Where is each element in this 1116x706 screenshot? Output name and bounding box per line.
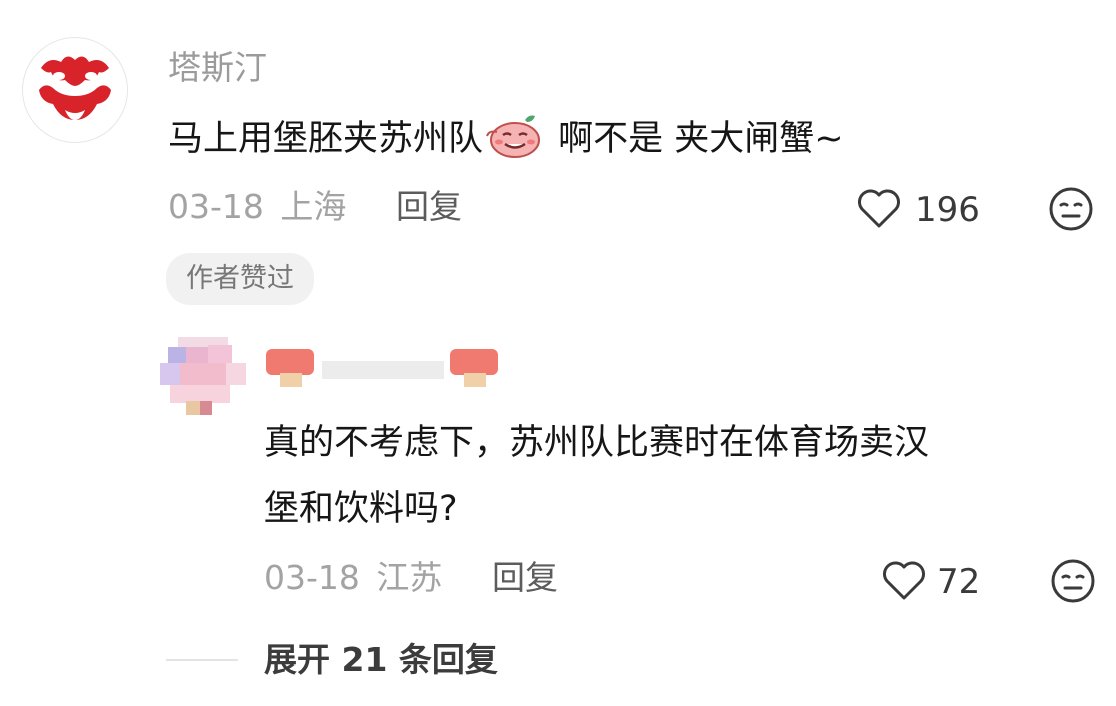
comment-reply-button[interactable]: 回复 [396, 190, 462, 223]
reply-like-button[interactable] [880, 558, 928, 602]
comment-username[interactable]: 塔斯汀 [168, 51, 267, 84]
meh-face-icon [1049, 187, 1093, 231]
reply-username-blurred[interactable] [266, 347, 498, 393]
tastien-logo-icon [39, 56, 111, 120]
reply-dislike-button[interactable] [1050, 558, 1096, 604]
reply-like-count: 72 [937, 562, 981, 602]
comment-meta: 03-18 上海 [168, 190, 346, 223]
reply-date: 03-18 [264, 558, 360, 597]
heart-icon [858, 189, 900, 228]
smiling-pink-face-emoji-icon [486, 115, 541, 158]
reply-text-line1: 真的不考虑下，苏州队比赛时在体育场卖汉 [264, 423, 930, 463]
heart-icon [883, 561, 925, 600]
author-liked-badge: 作者赞过 [166, 253, 314, 305]
comment-like-count: 196 [915, 190, 980, 230]
comment-dislike-button[interactable] [1048, 186, 1094, 232]
expand-replies-button[interactable]: 展开 21 条回复 [264, 643, 498, 676]
reply-meta: 03-18 江苏 [264, 561, 442, 594]
comment-text: 马上用堡胚夹苏州队 啊不是 夹大闸蟹~ [168, 112, 844, 163]
comment-like-button[interactable] [855, 186, 903, 230]
expand-divider-line [166, 659, 238, 661]
comment-text-part2: 啊不是 夹大闸蟹~ [547, 119, 844, 159]
reply-reply-button[interactable]: 回复 [492, 561, 558, 594]
comment-location: 上海 [280, 187, 347, 226]
comment-text-part1: 马上用堡胚夹苏州队 [168, 119, 484, 159]
reply-text-line2: 堡和饮料吗? [264, 489, 458, 529]
meh-face-icon [1051, 559, 1095, 603]
comment-date: 03-18 [168, 187, 264, 226]
reply-location: 江苏 [376, 558, 443, 597]
user-avatar[interactable] [22, 37, 128, 143]
reply-user-avatar-blurred[interactable] [160, 337, 246, 417]
